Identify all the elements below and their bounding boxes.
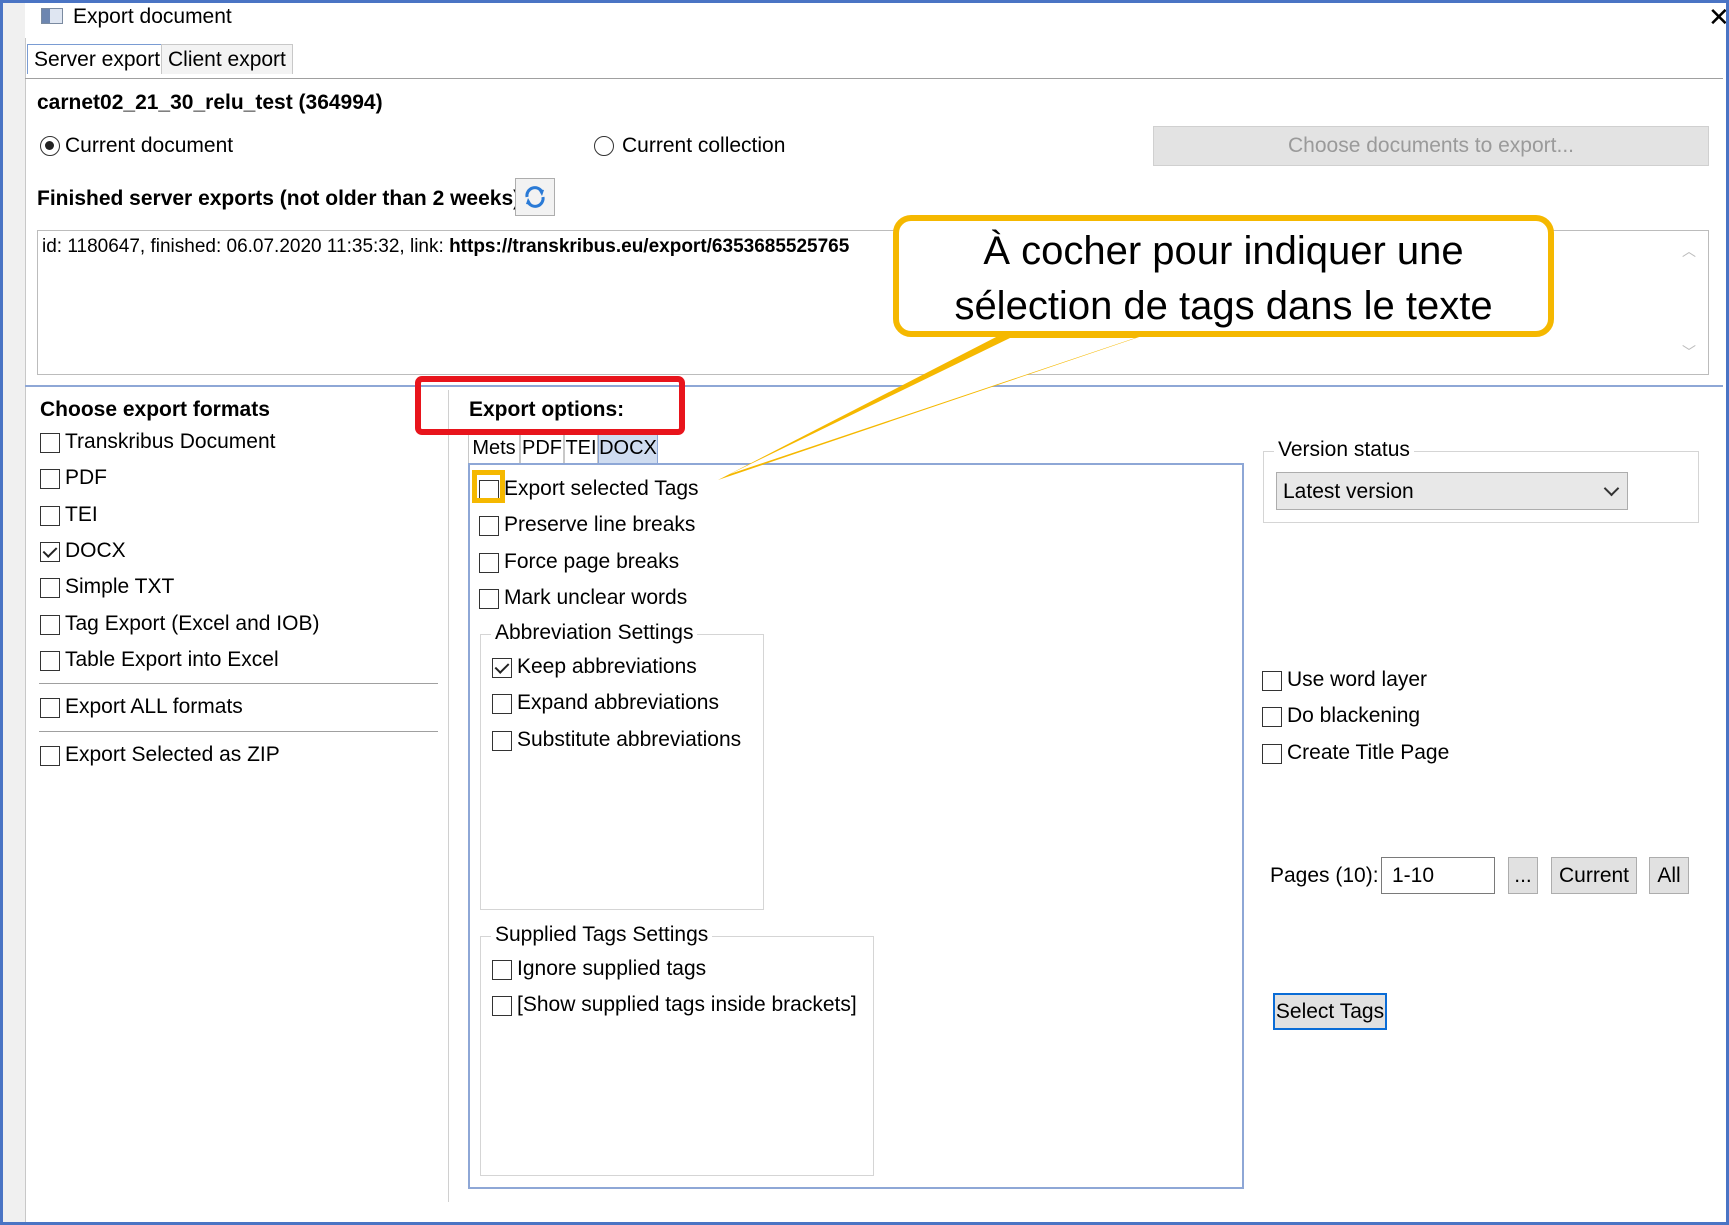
callout-pointer	[718, 335, 1145, 480]
callout-line-1: À cocher pour indiquer une	[983, 229, 1464, 273]
callout-line-2: sélection de tags dans le texte	[954, 284, 1493, 328]
callout-box: À cocher pour indiquer une sélection de …	[893, 215, 1554, 337]
